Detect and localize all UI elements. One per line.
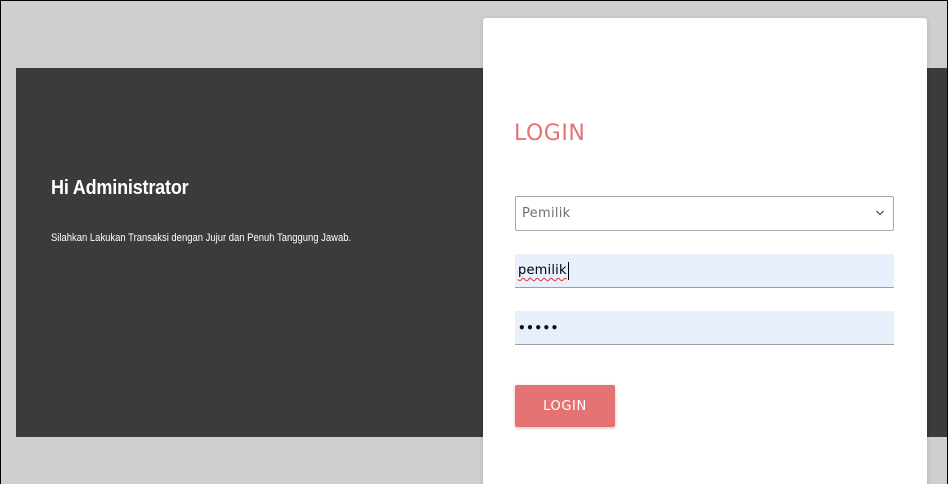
greeting-heading: Hi Administrator <box>51 177 189 199</box>
password-input[interactable]: ••••• <box>515 311 894 345</box>
greeting-message: Silahkan Lakukan Transaksi dengan Jujur … <box>51 232 352 244</box>
text-caret <box>567 261 569 280</box>
username-input[interactable]: pemilik <box>515 254 894 288</box>
username-value: pemilik <box>518 263 567 278</box>
role-select-value: Pemilik <box>522 206 571 221</box>
role-select[interactable]: Pemilik <box>515 196 894 231</box>
password-value: ••••• <box>518 320 559 335</box>
login-title: LOGIN <box>514 121 586 146</box>
page-frame: Hi Administrator Silahkan Lakukan Transa… <box>0 0 948 484</box>
chevron-down-icon <box>876 210 884 216</box>
login-card: LOGIN Pemilik pemilik ••••• LOGIN <box>483 18 927 484</box>
login-button[interactable]: LOGIN <box>515 385 615 427</box>
